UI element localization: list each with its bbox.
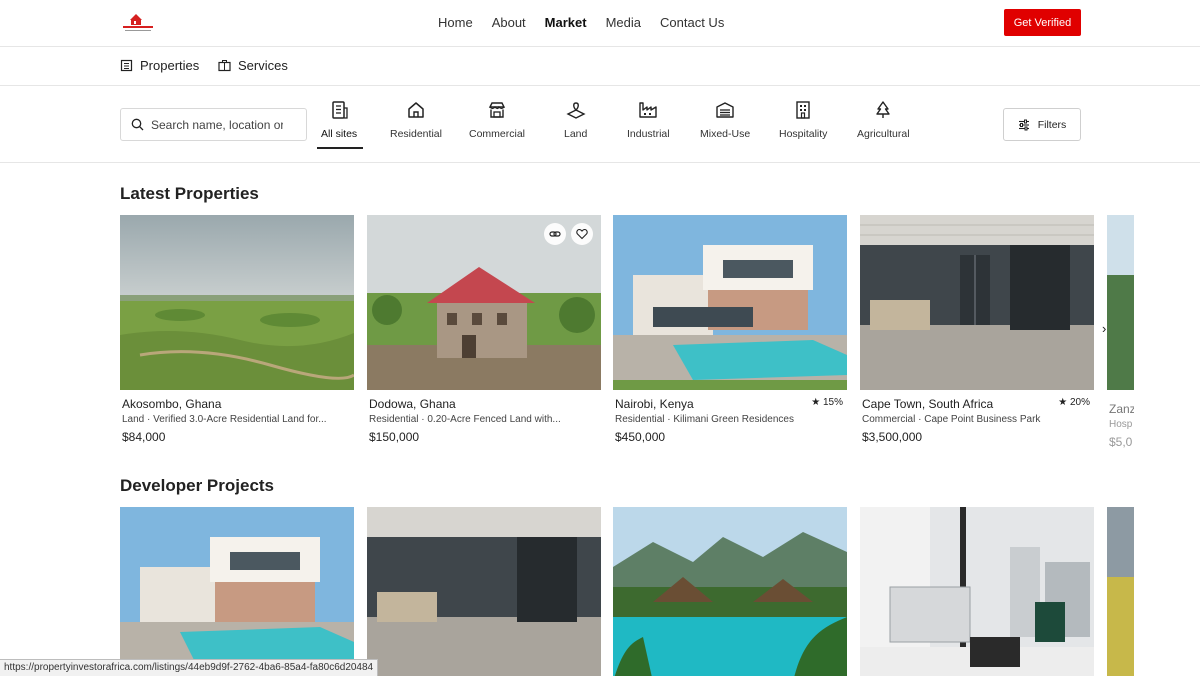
carousel-next-icon[interactable]: › [1102,321,1118,339]
property-description: Commercial · Cape Point Business Park [862,414,1041,425]
briefcase-icon [218,60,231,72]
hotel-icon [796,101,810,119]
category-label: Residential [390,128,442,140]
property-rating: ★ 20% [1058,397,1090,408]
property-price: $84,000 [122,430,166,444]
site-logo[interactable] [120,11,156,35]
category-residential[interactable]: Residential [390,100,442,140]
property-description: Residential · 0.20-Acre Fenced Land with… [369,414,561,425]
heart-icon [576,228,588,240]
project-photo [367,507,601,676]
link-icon [549,231,561,237]
nav-market[interactable]: Market [545,15,587,30]
project-photo [860,507,1094,676]
store-icon [488,102,506,118]
search-icon [131,118,144,131]
property-card[interactable]: Dodowa, Ghana Residential · 0.20-Acre Fe… [367,215,601,444]
property-card[interactable]: Akosombo, Ghana Land · Verified 3.0-Acre… [120,215,354,444]
tab-services-label: Services [238,58,288,73]
property-photo [367,215,601,390]
nav-contact[interactable]: Contact Us [660,15,724,30]
category-mixed-use[interactable]: Mixed-Use [700,100,750,140]
project-card[interactable] [860,507,1094,676]
land-icon [566,102,586,119]
category-label: Industrial [627,128,670,140]
property-price: $3,500,000 [862,430,923,444]
property-price: $450,000 [615,430,666,444]
project-card-partial[interactable] [1107,507,1134,676]
property-card[interactable]: Cape Town, South Africa ★ 20% Commercial… [860,215,1094,444]
star-icon: ★ [811,397,821,408]
property-card[interactable]: Nairobi, Kenya ★ 15% Residential · Kilim… [613,215,847,444]
main-nav: Home About Market Media Contact Us [438,15,743,30]
category-label: All sites [321,128,358,140]
filters-label: Filters [1037,118,1067,131]
category-label: Commercial [469,128,526,140]
property-price: $150,000 [369,430,420,444]
link-status-bar: https://propertyinvestorafrica.com/listi… [0,659,379,676]
project-card[interactable] [367,507,601,676]
property-location: Dodowa, Ghana [369,397,456,411]
factory-icon [639,102,657,118]
latest-properties-title: Latest Properties [120,184,259,203]
category-all-sites[interactable]: All sites [321,100,357,140]
category-hospitality[interactable]: Hospitality [779,100,827,140]
rating-value: 20% [1069,397,1090,408]
property-rating: ★ 15% [811,397,843,408]
property-photo [613,215,847,390]
property-photo [120,215,354,390]
project-card[interactable] [120,507,354,676]
filters-button[interactable]: Filters [1003,108,1081,141]
property-location: Akosombo, Ghana [122,397,222,411]
search-input[interactable] [151,117,283,132]
filter-bar: All sites Residential Commercial Land In… [0,86,1200,163]
building-icon [120,59,133,72]
property-description: Hosp [1109,419,1133,430]
tab-properties[interactable]: Properties [120,58,199,73]
property-photo [860,215,1094,390]
tab-properties-label: Properties [140,58,200,73]
star-icon: ★ [1058,397,1068,408]
nav-home[interactable]: Home [438,15,473,30]
warehouse-icon [716,102,734,118]
category-commercial[interactable]: Commercial [469,100,525,140]
rating-value: 15% [822,397,843,408]
building-list-icon [332,101,348,119]
nav-about[interactable]: About [492,15,526,30]
project-photo [613,507,847,676]
tree-icon [876,101,890,118]
house-icon [408,102,424,118]
project-card[interactable] [613,507,847,676]
favorite-button[interactable] [571,223,593,245]
get-verified-button[interactable]: Get Verified [1004,9,1081,36]
property-description: Residential · Kilimani Green Residences [615,414,794,425]
developer-projects-title: Developer Projects [120,476,275,495]
sub-tabs: Properties Services [0,47,1200,86]
category-label: Land [564,128,588,140]
search-box[interactable] [120,108,307,141]
top-nav: Home About Market Media Contact Us Get V… [0,0,1200,47]
project-photo [120,507,354,676]
category-land[interactable]: Land [564,100,587,140]
nav-media[interactable]: Media [606,15,641,30]
category-industrial[interactable]: Industrial [627,100,670,140]
category-agricultural[interactable]: Agricultural [857,100,910,140]
property-price: $5,0 [1109,435,1133,449]
property-location: Zanz [1109,402,1134,416]
active-category-indicator [317,147,363,149]
share-link-button[interactable] [544,223,566,245]
category-label: Agricultural [857,128,910,140]
tab-services[interactable]: Services [218,58,288,73]
property-description: Land · Verified 3.0-Acre Residential Lan… [122,414,327,425]
category-label: Hospitality [779,128,828,140]
sliders-icon [1018,119,1029,130]
category-label: Mixed-Use [700,128,751,140]
